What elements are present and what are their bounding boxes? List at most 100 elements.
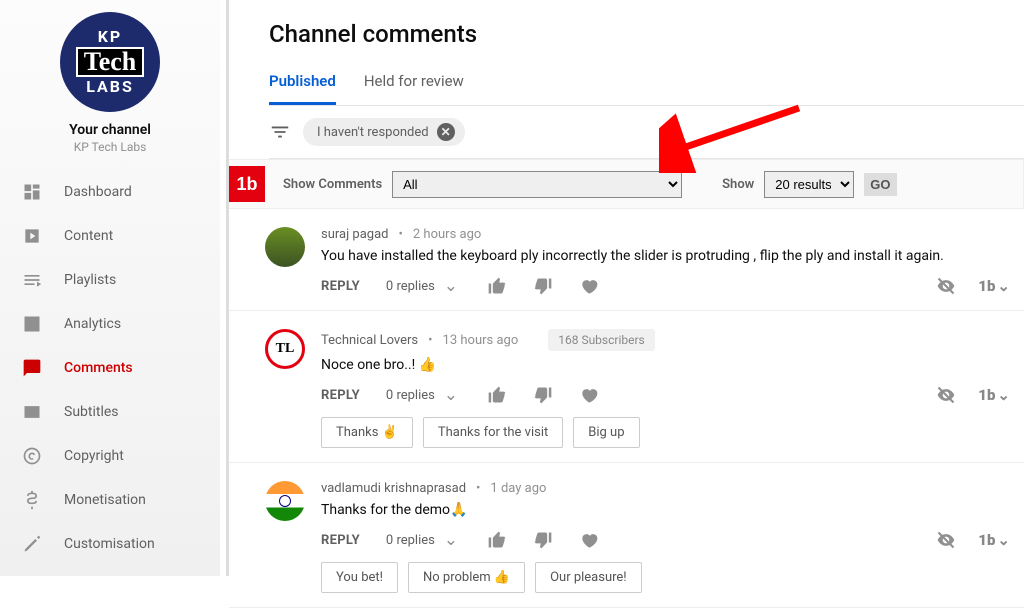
nav-content[interactable]: Content <box>0 214 220 258</box>
comment-time: 13 hours ago <box>443 333 519 348</box>
comment-actions: REPLY 0 replies ⌄ 1b ⌄ <box>321 530 1010 550</box>
tubebuddy-logo-icon: 1b <box>229 166 265 202</box>
nav-label: Content <box>64 228 113 244</box>
subscriber-badge: 168 Subscribers <box>548 329 655 351</box>
chevron-down-icon: ⌄ <box>441 385 461 405</box>
separator: • <box>476 481 480 496</box>
comment-actions: REPLY 0 replies ⌄ 1b ⌄ <box>321 385 1010 405</box>
comments-icon <box>22 358 42 378</box>
thumbs-down-icon[interactable] <box>533 530 553 550</box>
nav-label: Comments <box>64 360 133 376</box>
reply-button[interactable]: REPLY <box>321 279 360 294</box>
comment-actions: REPLY 0 replies ⌄ 1b ⌄ <box>321 276 1010 296</box>
go-button[interactable]: GO <box>864 173 896 196</box>
thumbs-up-icon[interactable] <box>487 530 507 550</box>
quick-reply-btn[interactable]: Our pleasure! <box>535 562 642 593</box>
subtitles-icon <box>22 402 42 422</box>
comment-text: Noce one bro..! 👍 <box>321 357 1010 373</box>
replies-toggle[interactable]: 0 replies ⌄ <box>386 385 461 405</box>
avatar[interactable] <box>265 227 305 267</box>
nav-comments[interactable]: Comments <box>0 346 220 390</box>
your-channel-label: Your channel <box>69 122 151 138</box>
comment-author[interactable]: vadlamudi krishnaprasad <box>321 481 466 496</box>
comment-text: Thanks for the demo🙏 <box>321 502 1010 518</box>
quick-reply-btn[interactable]: You bet! <box>321 562 398 593</box>
nav-copyright[interactable]: Copyright <box>0 434 220 478</box>
chevron-down-icon: ⌄ <box>441 276 461 296</box>
comment-item: TL Technical Lovers • 13 hours ago 168 S… <box>229 311 1024 463</box>
nav-analytics[interactable]: Analytics <box>0 302 220 346</box>
avatar[interactable]: TL <box>265 329 305 369</box>
show-label: Show <box>722 177 754 192</box>
hide-icon[interactable] <box>936 276 956 296</box>
hide-icon[interactable] <box>936 385 956 405</box>
tab-published[interactable]: Published <box>269 72 336 105</box>
nav-label: Dashboard <box>64 184 132 200</box>
comment-body: vadlamudi krishnaprasad • 1 day ago Than… <box>321 481 1010 593</box>
comment-head: suraj pagad • 2 hours ago <box>321 227 1010 242</box>
comment-time: 1 day ago <box>490 481 546 496</box>
thumbs-up-icon[interactable] <box>487 276 507 296</box>
reply-button[interactable]: REPLY <box>321 388 360 403</box>
comments-list: suraj pagad • 2 hours ago You have insta… <box>229 209 1024 608</box>
reply-button[interactable]: REPLY <box>321 533 360 548</box>
monetisation-icon <box>22 490 42 510</box>
tab-held-for-review[interactable]: Held for review <box>364 72 464 105</box>
thumbs-down-icon[interactable] <box>533 385 553 405</box>
quick-reply-btn[interactable]: Thanks for the visit <box>423 417 563 448</box>
comment-item: vadlamudi krishnaprasad • 1 day ago Than… <box>229 463 1024 608</box>
separator: • <box>399 227 403 242</box>
tubebuddy-bar: 1b Show Comments All Show 20 results GO <box>229 159 1024 209</box>
filter-chip-label: I haven't responded <box>317 125 429 140</box>
show-comments-select[interactable]: All <box>392 171 682 198</box>
channel-block: KP Tech LABS Your channel KP Tech Labs <box>0 12 220 170</box>
close-icon[interactable]: ✕ <box>437 123 455 141</box>
filter-icon[interactable] <box>269 121 291 143</box>
comment-head: vadlamudi krishnaprasad • 1 day ago <box>321 481 1010 496</box>
comment-author[interactable]: suraj pagad <box>321 227 389 242</box>
logo-mid: Tech <box>76 47 145 77</box>
comment-text: You have installed the keyboard ply inco… <box>321 248 1010 264</box>
chevron-down-icon: ⌄ <box>997 531 1010 549</box>
tabs: Published Held for review <box>269 72 1024 106</box>
show-count-select[interactable]: 20 results <box>764 171 854 198</box>
quick-reply-btn[interactable]: Big up <box>573 417 639 448</box>
comment-author[interactable]: Technical Lovers <box>321 333 418 348</box>
avatar[interactable] <box>265 481 305 521</box>
comment-time: 2 hours ago <box>413 227 481 242</box>
page-title: Channel comments <box>269 20 1024 48</box>
nav-label: Customisation <box>64 536 155 552</box>
replies-toggle[interactable]: 0 replies ⌄ <box>386 276 461 296</box>
tubebuddy-menu[interactable]: 1b ⌄ <box>978 277 1010 295</box>
replies-count: 0 replies <box>386 279 435 294</box>
thumbs-up-icon[interactable] <box>487 385 507 405</box>
nav-playlists[interactable]: Playlists <box>0 258 220 302</box>
heart-icon[interactable] <box>579 385 599 405</box>
filter-chip[interactable]: I haven't responded ✕ <box>303 118 465 146</box>
filter-row: I haven't responded ✕ <box>269 106 1024 159</box>
analytics-icon <box>22 314 42 334</box>
chevron-down-icon: ⌄ <box>997 277 1010 295</box>
nav-label: Copyright <box>64 448 124 464</box>
hide-icon[interactable] <box>936 530 956 550</box>
nav-label: Subtitles <box>64 404 119 420</box>
tubebuddy-menu[interactable]: 1b ⌄ <box>978 386 1010 404</box>
channel-name: KP Tech Labs <box>74 140 147 154</box>
thumbs-down-icon[interactable] <box>533 276 553 296</box>
comment-body: Technical Lovers • 13 hours ago 168 Subs… <box>321 329 1010 448</box>
replies-count: 0 replies <box>386 388 435 403</box>
chevron-down-icon: ⌄ <box>997 386 1010 404</box>
content-icon <box>22 226 42 246</box>
quick-reply-btn[interactable]: No problem 👍 <box>408 562 525 593</box>
nav-dashboard[interactable]: Dashboard <box>0 170 220 214</box>
nav-label: Playlists <box>64 272 116 288</box>
tubebuddy-menu[interactable]: 1b ⌄ <box>978 531 1010 549</box>
replies-toggle[interactable]: 0 replies ⌄ <box>386 530 461 550</box>
heart-icon[interactable] <box>579 276 599 296</box>
nav-subtitles[interactable]: Subtitles <box>0 390 220 434</box>
quick-reply-btn[interactable]: Thanks ✌ <box>321 417 413 448</box>
nav-monetisation[interactable]: Monetisation <box>0 478 220 522</box>
channel-avatar[interactable]: KP Tech LABS <box>60 12 160 112</box>
nav-customisation[interactable]: Customisation <box>0 522 220 566</box>
heart-icon[interactable] <box>579 530 599 550</box>
